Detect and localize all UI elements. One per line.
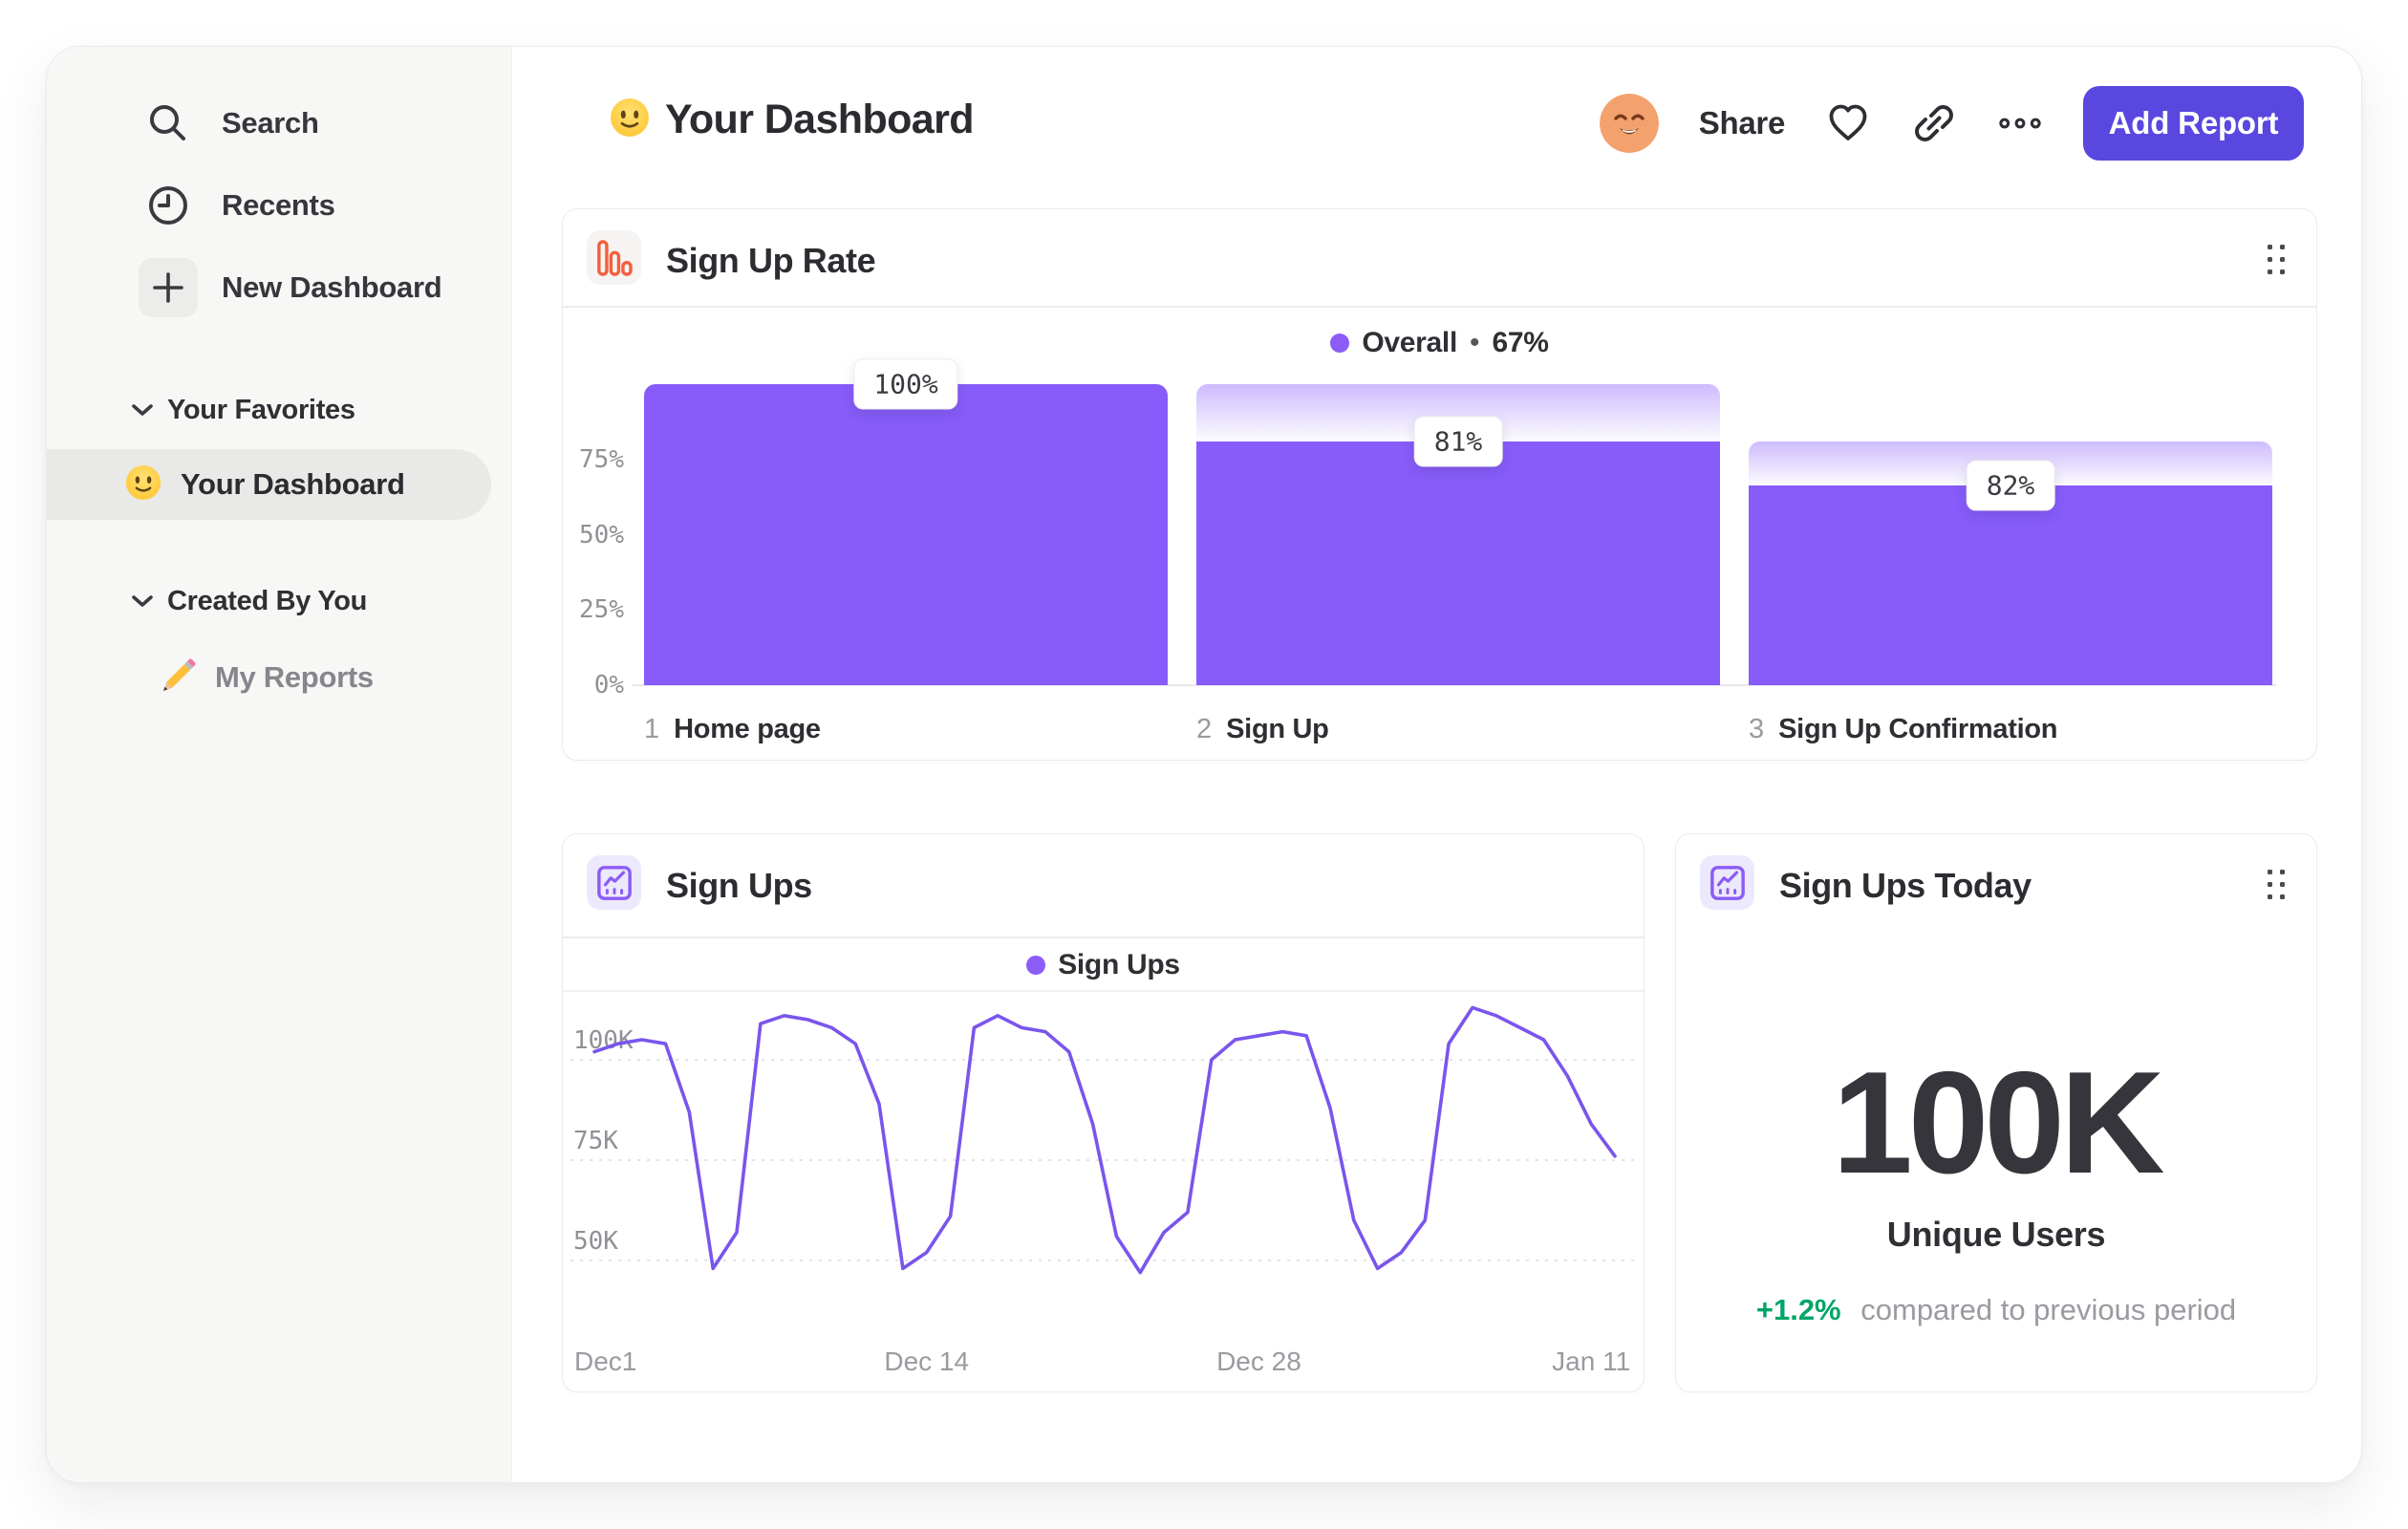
- drag-handle-icon[interactable]: [2257, 237, 2295, 283]
- page-title: Your Dashboard: [665, 97, 975, 142]
- y-axis-tick: 0%: [593, 671, 624, 700]
- sign-ups-line-series: [592, 1005, 1617, 1275]
- sidebar-section-created-by-you[interactable]: Created By You: [47, 577, 511, 625]
- card-title: Sign Ups: [666, 866, 812, 905]
- sidebar-item-recents[interactable]: Recents: [47, 164, 511, 247]
- kpi-delta-caption: compared to previous period: [1860, 1293, 2237, 1326]
- funnel-bar[interactable]: [1196, 441, 1720, 685]
- x-axis-tick: Jan 11: [1552, 1346, 1630, 1376]
- share-button[interactable]: Share: [1699, 105, 1786, 141]
- step-number: 3: [1749, 714, 1765, 744]
- conversion-badge: 82%: [1966, 460, 2055, 511]
- kpi-delta-row: +1.2% compared to previous period: [1676, 1293, 2316, 1327]
- sidebar-item-my-reports[interactable]: My Reports: [47, 642, 511, 713]
- clock-icon: [139, 176, 198, 235]
- legend-dot: [1026, 956, 1046, 975]
- step-name: Sign Up Confirmation: [1778, 714, 2058, 744]
- y-axis-tick: 100K: [573, 1026, 634, 1055]
- main-header: Your Dashboard Share Add Report: [512, 47, 2361, 200]
- step-number: 1: [644, 714, 660, 744]
- line-legend: Sign Ups: [563, 949, 1644, 981]
- funnel-bar[interactable]: [644, 384, 1168, 685]
- plus-icon: [139, 258, 198, 317]
- step-name: Home page: [674, 714, 821, 744]
- add-report-button[interactable]: Add Report: [2083, 86, 2304, 161]
- x-axis-tick: Dec1: [574, 1346, 636, 1376]
- divider: [563, 937, 1644, 938]
- divider: [563, 306, 2316, 308]
- y-axis-tick: 50K: [573, 1227, 618, 1256]
- app-window: Search Recents New Dashboard Your Favori…: [46, 46, 2362, 1483]
- funnel-legend: Overall • 67%: [563, 327, 2316, 359]
- chevron-down-icon: [132, 595, 153, 607]
- y-axis-tick: 50%: [579, 520, 624, 549]
- sidebar-section-your-favorites[interactable]: Your Favorites: [47, 386, 511, 434]
- search-icon: [139, 94, 198, 153]
- card-header: Sign Ups Today: [1676, 834, 2316, 931]
- legend-label: Overall: [1362, 327, 1457, 358]
- more-options-icon[interactable]: [1997, 100, 2043, 146]
- legend-dot: [1330, 334, 1350, 353]
- step-name: Sign Up: [1226, 714, 1329, 744]
- legend-value: 67%: [1492, 327, 1549, 358]
- x-axis-tick: Dec 14: [884, 1346, 969, 1376]
- funnel-bar[interactable]: [1749, 485, 2272, 685]
- y-axis-tick: 75K: [573, 1127, 618, 1155]
- sidebar-item-label: My Reports: [215, 660, 374, 694]
- sidebar-item-label: Recents: [222, 188, 335, 222]
- funnel-step-label: 1 Home page: [644, 714, 821, 745]
- kpi-delta: +1.2%: [1755, 1293, 1841, 1326]
- funnel-step-label: 3 Sign Up Confirmation: [1749, 714, 2057, 745]
- card-title: Sign Up Rate: [666, 241, 876, 280]
- card-header: Sign Ups: [563, 834, 1644, 931]
- funnel-chart-icon: [587, 230, 641, 285]
- line-chart-icon: [1700, 855, 1754, 910]
- card-title: Sign Ups Today: [1779, 866, 2032, 905]
- section-title: Created By You: [167, 585, 368, 616]
- sign-ups-today-card: Sign Ups Today 100K Unique Users +1.2% c…: [1675, 833, 2317, 1392]
- y-axis-tick: 25%: [579, 595, 624, 625]
- sidebar-item-your-dashboard[interactable]: Your Dashboard: [47, 449, 491, 520]
- conversion-badge: 100%: [853, 358, 958, 410]
- copy-link-icon[interactable]: [1911, 100, 1957, 146]
- pencil-emoji: [160, 657, 198, 700]
- y-axis-tick: 75%: [579, 444, 624, 474]
- drag-handle-icon[interactable]: [2257, 862, 2295, 908]
- x-axis-tick: Dec 28: [1216, 1346, 1301, 1376]
- section-title: Your Favorites: [167, 394, 355, 425]
- avatar[interactable]: [1599, 94, 1659, 153]
- legend-separator: •: [1469, 327, 1480, 358]
- sidebar-item-search[interactable]: Search: [47, 82, 511, 164]
- kpi-label: Unique Users: [1886, 1215, 2106, 1254]
- chevron-down-icon: [132, 404, 153, 416]
- sidebar-item-label: Your Dashboard: [181, 467, 405, 501]
- step-number: 2: [1196, 714, 1213, 744]
- sign-up-rate-card: Sign Up Rate Overall • 67% 75% 50% 25% 0% 10…: [562, 208, 2317, 761]
- sidebar-item-new-dashboard[interactable]: New Dashboard: [47, 247, 511, 329]
- sidebar: Search Recents New Dashboard Your Favori…: [47, 47, 512, 1482]
- smiley-emoji: [610, 97, 650, 142]
- favorite-heart-icon[interactable]: [1825, 100, 1871, 146]
- line-chart-icon: [587, 855, 641, 910]
- sidebar-item-label: Search: [222, 106, 319, 140]
- kpi-value: 100K: [1832, 1042, 2164, 1204]
- line-chart-plot: 100K 75K 50K Dec1 Dec 14 Dec 28 Jan 11: [570, 1005, 1638, 1376]
- sidebar-item-label: New Dashboard: [222, 270, 442, 304]
- funnel-step-label: 2 Sign Up: [1196, 714, 1329, 745]
- sign-ups-card: Sign Ups Sign Ups 100K 75K 50K Dec1 Dec 14 De…: [562, 833, 1645, 1392]
- card-header: Sign Up Rate: [563, 209, 2316, 306]
- legend-label: Sign Ups: [1058, 949, 1180, 980]
- smiley-emoji: [125, 464, 161, 506]
- conversion-badge: 81%: [1413, 416, 1503, 467]
